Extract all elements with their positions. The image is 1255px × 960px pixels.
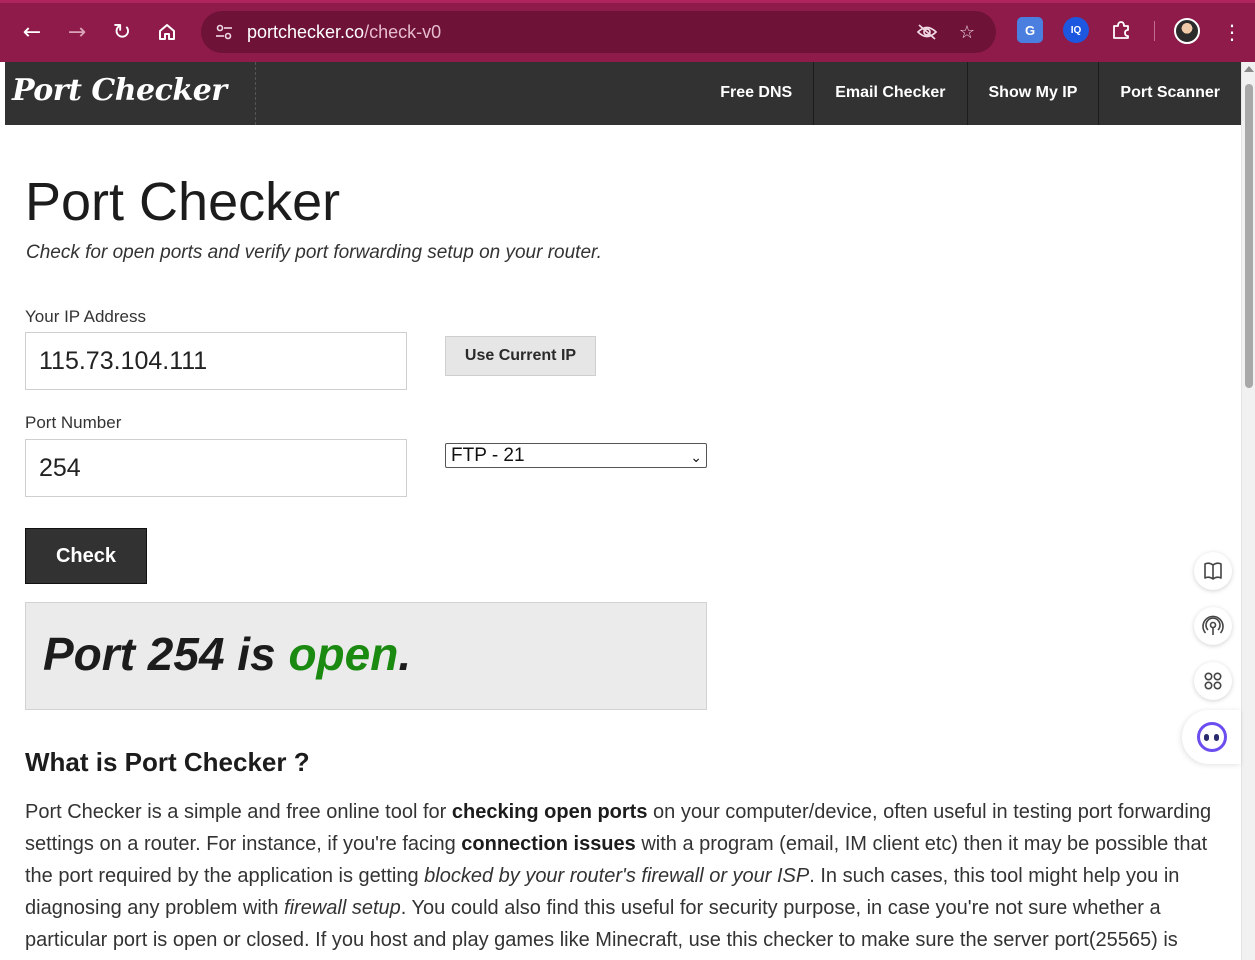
- section-heading: What is Port Checker ?: [25, 747, 310, 777]
- header-divider: [255, 62, 256, 125]
- nav-port-scanner[interactable]: Port Scanner: [1098, 62, 1241, 125]
- scroll-up-arrow-icon[interactable]: [1244, 66, 1254, 72]
- nav-show-my-ip[interactable]: Show My IP: [966, 62, 1099, 125]
- ip-address-label: Your IP Address: [25, 307, 146, 326]
- toolbar-divider: [1154, 21, 1155, 41]
- broadcast-button[interactable]: [1194, 607, 1232, 645]
- arrow-right-icon: →: [67, 19, 87, 45]
- reading-mode-button[interactable]: [1194, 552, 1232, 590]
- port-number-label: Port Number: [25, 413, 122, 432]
- site-info-button[interactable]: [211, 19, 237, 45]
- paragraph-bold: checking open ports: [451, 801, 648, 823]
- result-panel: Port 254 is open.: [25, 602, 707, 710]
- use-current-ip-button[interactable]: Use Current IP: [445, 336, 596, 376]
- paragraph-bold: connection issues: [461, 833, 636, 855]
- browser-menu-button[interactable]: ⋮: [1214, 14, 1250, 50]
- apps-icon: [1204, 672, 1222, 690]
- port-number-input[interactable]: [25, 439, 407, 497]
- scrollbar-thumb[interactable]: [1245, 84, 1253, 388]
- nav-free-dns[interactable]: Free DNS: [699, 62, 813, 125]
- nav-email-checker[interactable]: Email Checker: [813, 62, 966, 125]
- address-bar[interactable]: portchecker.co/check-v0 ☆: [201, 11, 996, 53]
- tab-strip-edge: [0, 0, 1255, 3]
- tracking-protection-button[interactable]: [914, 19, 940, 45]
- port-preset-select[interactable]: FTP - 21 ⌄: [445, 443, 707, 468]
- site-logo[interactable]: Port Checker: [12, 73, 227, 108]
- tune-icon: [216, 24, 232, 40]
- url-path: /check-v0: [364, 22, 442, 42]
- ai-eye: [1214, 733, 1219, 741]
- ai-eye: [1204, 733, 1209, 741]
- google-translate-icon[interactable]: G: [1017, 17, 1043, 43]
- broadcast-icon: [1202, 615, 1224, 635]
- browser-toolbar: ← → ↻ portchecker.co/check-v0 ☆ G IQ ⋮: [0, 0, 1255, 62]
- paragraph-italic: firewall setup: [284, 897, 401, 919]
- page-subtitle: Check for open ports and verify port for…: [26, 242, 602, 263]
- reload-button[interactable]: ↻: [104, 14, 140, 50]
- book-icon: [1204, 562, 1222, 580]
- paragraph-italic: blocked by your router's firewall or you…: [424, 865, 810, 887]
- iq-extension-icon[interactable]: IQ: [1063, 17, 1089, 43]
- puzzle-icon: [1113, 21, 1129, 39]
- result-status: open: [288, 628, 399, 680]
- extensions-button[interactable]: [1108, 17, 1134, 43]
- reload-icon: ↻: [112, 19, 132, 45]
- port-preset-selected: FTP - 21: [451, 445, 525, 466]
- paragraph-text: Port Checker is a simple and free online…: [25, 801, 452, 823]
- check-button[interactable]: Check: [25, 528, 147, 584]
- site-header: Port Checker Free DNS Email Checker Show…: [5, 62, 1241, 125]
- url-host: portchecker.co: [247, 22, 365, 42]
- ip-address-input[interactable]: [25, 332, 407, 390]
- star-icon: ☆: [958, 21, 976, 43]
- back-button[interactable]: ←: [14, 14, 50, 50]
- bookmark-star-button[interactable]: ☆: [954, 19, 980, 45]
- profile-avatar[interactable]: [1174, 18, 1200, 44]
- home-button[interactable]: [149, 14, 185, 50]
- forward-button[interactable]: →: [59, 14, 95, 50]
- result-prefix: Port 254 is: [43, 628, 289, 680]
- eye-off-icon: [916, 24, 938, 40]
- arrow-left-icon: ←: [22, 19, 42, 45]
- ai-assistant-icon: [1196, 722, 1227, 752]
- result-message: Port 254 is open.: [43, 627, 411, 681]
- top-navigation: Free DNS Email Checker Show My IP Port S…: [699, 62, 1241, 125]
- ai-assistant-button[interactable]: [1182, 710, 1241, 764]
- home-icon: [159, 24, 175, 40]
- result-suffix: .: [398, 628, 412, 680]
- page-title: Port Checker: [25, 172, 341, 232]
- apps-button[interactable]: [1194, 662, 1232, 700]
- intro-paragraph: Port Checker is a simple and free online…: [25, 796, 1215, 956]
- page-scrollbar[interactable]: [1241, 62, 1255, 960]
- chevron-down-icon: ⌄: [690, 450, 702, 466]
- kebab-menu-icon: ⋮: [1222, 20, 1242, 44]
- url-text[interactable]: portchecker.co/check-v0: [247, 22, 441, 43]
